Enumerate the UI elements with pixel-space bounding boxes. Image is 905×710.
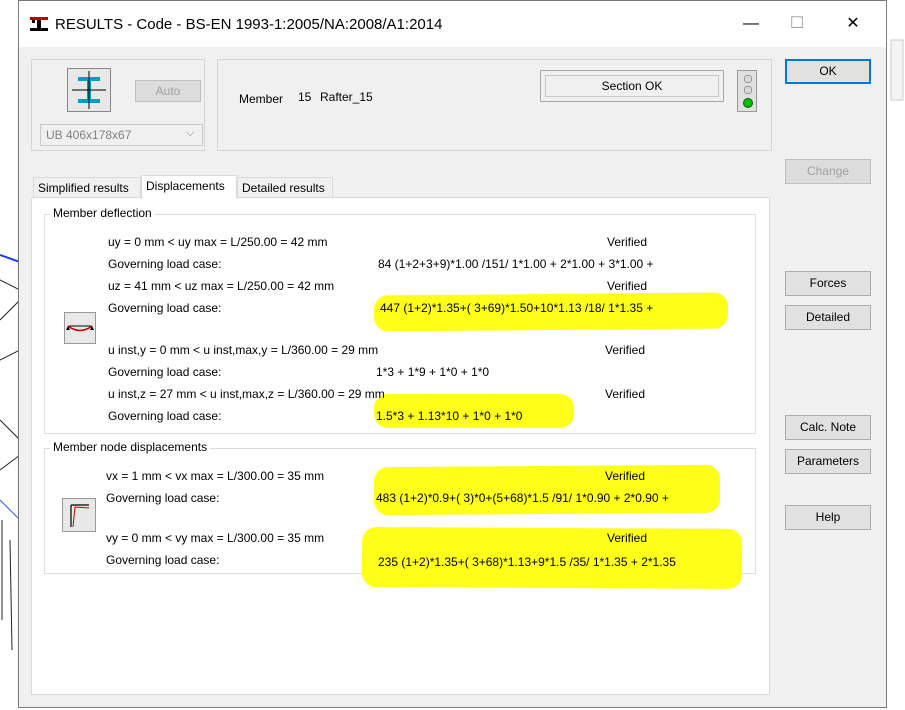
- highlight-mark: [373, 464, 721, 516]
- change-button[interactable]: Change: [785, 159, 871, 184]
- deflection-uinst-y-status: Verified: [605, 343, 646, 357]
- member-name: Rafter_15: [320, 90, 373, 104]
- governing-load-value: 235 (1+2)*1.35+( 3+68)*1.13+9*1.5 /35/ 1…: [378, 555, 676, 569]
- deflection-diagram-button[interactable]: [64, 312, 96, 344]
- displacements-tab-panel: Member deflection uy = 0 mm < uy max = L…: [31, 197, 770, 695]
- profile-value: UB 406x178x67: [46, 128, 132, 142]
- deflection-uinst-z-status: Verified: [605, 387, 646, 401]
- node-displacement-button[interactable]: [62, 498, 96, 532]
- deflection-uinst-z-check: u inst,z = 27 mm < u inst,max,z = L/360.…: [108, 387, 385, 401]
- i-beam-section-icon: [72, 71, 106, 109]
- forces-button[interactable]: Forces: [785, 271, 871, 296]
- member-label: Member: [239, 92, 284, 106]
- node-vy-check: vy = 0 mm < vy max = L/300.00 = 35 mm: [106, 531, 325, 545]
- status-box: Section OK: [540, 70, 724, 102]
- app-logo-icon: [30, 17, 48, 31]
- node-vx-status: Verified: [605, 469, 646, 483]
- results-dialog: RESULTS - Code - BS-EN 1993-1:2005/NA:20…: [18, 0, 887, 708]
- governing-load-label: Governing load case:: [106, 491, 220, 505]
- governing-load-label: Governing load case:: [106, 553, 220, 567]
- chevron-down-icon: ⌵: [186, 127, 195, 139]
- profile-select[interactable]: UB 406x178x67 ⌵: [40, 124, 203, 146]
- deflection-uinst-y-check: u inst,y = 0 mm < u inst,max,y = L/360.0…: [108, 343, 379, 357]
- window-title: RESULTS - Code - BS-EN 1993-1:2005/NA:20…: [55, 16, 443, 33]
- close-button[interactable]: ✕: [830, 1, 876, 47]
- governing-load-value: 1.5*3 + 1.13*10 + 1*0 + 1*0: [376, 409, 523, 423]
- status-light-green-icon: [743, 98, 753, 108]
- beam-deflection-icon: [66, 325, 94, 332]
- background-model-view: [0, 0, 20, 710]
- member-number: 15: [298, 90, 312, 104]
- section-view-button[interactable]: [67, 68, 111, 112]
- governing-load-label: Governing load case:: [108, 257, 222, 271]
- status-light-off-icon: [744, 75, 752, 83]
- member-deflection-title: Member deflection: [50, 206, 155, 220]
- calc-note-button[interactable]: Calc. Note: [785, 415, 871, 440]
- deflection-uz-check: uz = 41 mm < uz max = L/250.00 = 42 mm: [108, 279, 335, 293]
- governing-load-value: 84 (1+2+3+9)*1.00 /151/ 1*1.00 + 2*1.00 …: [378, 257, 654, 271]
- tab-displacements[interactable]: Displacements: [141, 175, 237, 199]
- node-displacements-title: Member node displacements: [50, 440, 211, 454]
- governing-load-value: 447 (1+2)*1.35+( 3+69)*1.50+10*1.13 /18/…: [380, 301, 654, 315]
- governing-load-label: Governing load case:: [108, 409, 222, 423]
- background-model-view-right: [887, 0, 905, 710]
- minimize-button[interactable]: —: [728, 1, 774, 47]
- node-vy-status: Verified: [607, 531, 648, 545]
- help-button[interactable]: Help: [785, 505, 871, 530]
- deflection-uz-status: Verified: [607, 279, 648, 293]
- tab-detailed-results[interactable]: Detailed results: [237, 177, 333, 199]
- governing-load-value: 483 (1+2)*0.9+( 3)*0+(5+68)*1.5 /91/ 1*0…: [376, 491, 669, 505]
- governing-load-label: Governing load case:: [108, 365, 222, 379]
- deflection-uy-status: Verified: [607, 235, 648, 249]
- title-bar: RESULTS - Code - BS-EN 1993-1:2005/NA:20…: [19, 1, 886, 47]
- parameters-button[interactable]: Parameters: [785, 449, 871, 474]
- ok-button[interactable]: OK: [785, 59, 871, 84]
- deflection-uy-check: uy = 0 mm < uy max = L/250.00 = 42 mm: [108, 235, 328, 249]
- governing-load-value: 1*3 + 1*9 + 1*0 + 1*0: [376, 365, 490, 379]
- tab-simplified-results[interactable]: Simplified results: [33, 177, 141, 199]
- node-vx-check: vx = 1 mm < vx max = L/300.00 = 35 mm: [106, 469, 325, 483]
- auto-button[interactable]: Auto: [135, 80, 201, 102]
- member-panel: Member 15 Rafter_15 Section OK: [217, 59, 772, 151]
- status-light: [737, 70, 757, 112]
- section-status: Section OK: [545, 75, 719, 97]
- maximize-button[interactable]: ☐: [774, 1, 820, 47]
- node-displacement-icon: [70, 504, 90, 528]
- detailed-button[interactable]: Detailed: [785, 305, 871, 330]
- status-light-off-icon: [744, 86, 752, 94]
- section-panel: Auto UB 406x178x67 ⌵: [31, 59, 205, 151]
- governing-load-label: Governing load case:: [108, 301, 222, 315]
